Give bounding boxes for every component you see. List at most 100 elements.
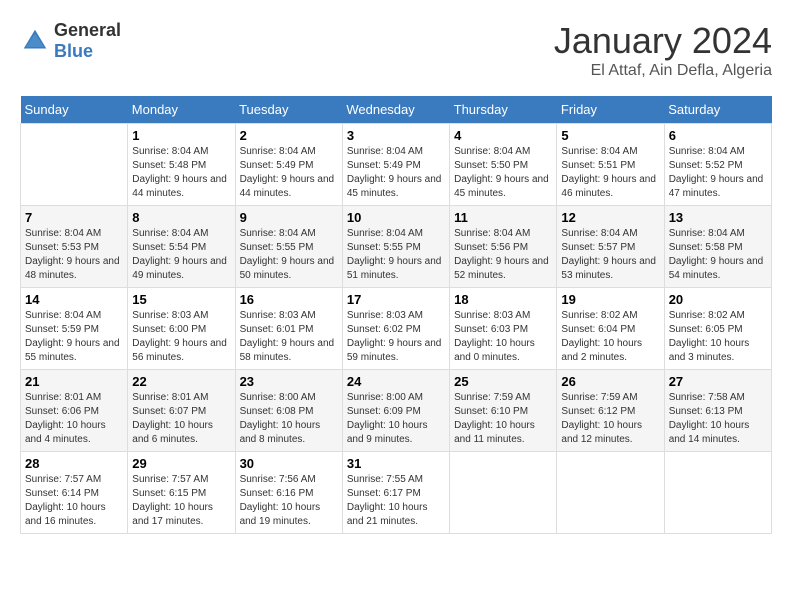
weekday-header-wednesday: Wednesday [342, 96, 449, 124]
day-number: 19 [561, 292, 659, 307]
weekday-header-tuesday: Tuesday [235, 96, 342, 124]
calendar-cell: 2 Sunrise: 8:04 AM Sunset: 5:49 PM Daylig… [235, 124, 342, 206]
weekday-header-saturday: Saturday [664, 96, 771, 124]
day-detail: Sunrise: 8:04 AM Sunset: 5:53 PM Dayligh… [25, 227, 123, 283]
calendar-cell: 18Sunrise: 8:03 AM Sunset: 6:03 PM Dayli… [450, 288, 557, 370]
logo-general: General [54, 20, 121, 40]
main-title: January 2024 [554, 20, 772, 62]
day-detail: Sunrise: 8:01 AM Sunset: 6:06 PM Dayligh… [25, 391, 123, 447]
day-detail: Sunrise: 8:01 AM Sunset: 6:07 PM Dayligh… [132, 391, 230, 447]
day-number: 31 [347, 456, 445, 471]
subtitle: El Attaf, Ain Defla, Algeria [554, 62, 772, 80]
day-detail: Sunrise: 8:04 AM Sunset: 5:54 PM Dayligh… [132, 227, 230, 283]
day-number: 24 [347, 374, 445, 389]
calendar-cell: 14Sunrise: 8:04 AM Sunset: 5:59 PM Dayli… [21, 288, 128, 370]
day-number: 12 [561, 210, 659, 225]
day-detail: Sunrise: 8:02 AM Sunset: 6:05 PM Dayligh… [669, 309, 767, 365]
calendar-cell: 30 Sunrise: 7:56 AM Sunset: 6:16 PM Dayli… [235, 452, 342, 534]
day-number: 26 [561, 374, 659, 389]
day-number: 4 [454, 128, 552, 143]
calendar-cell: 8 Sunrise: 8:04 AM Sunset: 5:54 PM Daylig… [128, 206, 235, 288]
calendar-table: SundayMondayTuesdayWednesdayThursdayFrid… [20, 96, 772, 534]
day-number: 27 [669, 374, 767, 389]
calendar-cell: 4 Sunrise: 8:04 AM Sunset: 5:50 PM Daylig… [450, 124, 557, 206]
day-detail: Sunrise: 8:04 AM Sunset: 5:55 PM Dayligh… [240, 227, 338, 283]
weekday-header-sunday: Sunday [21, 96, 128, 124]
day-detail: Sunrise: 7:57 AM Sunset: 6:15 PM Dayligh… [132, 473, 230, 529]
calendar-cell: 19 Sunrise: 8:02 AM Sunset: 6:04 PM Dayli… [557, 288, 664, 370]
day-number: 22 [132, 374, 230, 389]
day-detail: Sunrise: 8:00 AM Sunset: 6:09 PM Dayligh… [347, 391, 445, 447]
calendar-cell: 9 Sunrise: 8:04 AM Sunset: 5:55 PM Daylig… [235, 206, 342, 288]
day-detail: Sunrise: 7:56 AM Sunset: 6:16 PM Dayligh… [240, 473, 338, 529]
day-detail: Sunrise: 8:04 AM Sunset: 5:49 PM Dayligh… [240, 145, 338, 201]
day-detail: Sunrise: 8:04 AM Sunset: 5:56 PM Dayligh… [454, 227, 552, 283]
calendar-cell: 3Sunrise: 8:04 AM Sunset: 5:49 PM Daylig… [342, 124, 449, 206]
day-detail: Sunrise: 8:03 AM Sunset: 6:00 PM Dayligh… [132, 309, 230, 365]
page-header: General Blue January 2024 El Attaf, Ain … [20, 20, 772, 80]
calendar-cell: 22 Sunrise: 8:01 AM Sunset: 6:07 PM Dayli… [128, 370, 235, 452]
weekday-header-monday: Monday [128, 96, 235, 124]
day-number: 13 [669, 210, 767, 225]
calendar-cell: 29 Sunrise: 7:57 AM Sunset: 6:15 PM Dayli… [128, 452, 235, 534]
day-number: 8 [132, 210, 230, 225]
day-detail: Sunrise: 8:04 AM Sunset: 5:57 PM Dayligh… [561, 227, 659, 283]
day-detail: Sunrise: 8:02 AM Sunset: 6:04 PM Dayligh… [561, 309, 659, 365]
calendar-cell: 7 Sunrise: 8:04 AM Sunset: 5:53 PM Daylig… [21, 206, 128, 288]
calendar-cell [450, 452, 557, 534]
day-number: 30 [240, 456, 338, 471]
day-number: 5 [561, 128, 659, 143]
calendar-cell: 17Sunrise: 8:03 AM Sunset: 6:02 PM Dayli… [342, 288, 449, 370]
calendar-cell: 1 Sunrise: 8:04 AM Sunset: 5:48 PM Daylig… [128, 124, 235, 206]
calendar-cell [557, 452, 664, 534]
day-number: 16 [240, 292, 338, 307]
calendar-cell: 16 Sunrise: 8:03 AM Sunset: 6:01 PM Dayli… [235, 288, 342, 370]
calendar-cell: 27Sunrise: 7:58 AM Sunset: 6:13 PM Dayli… [664, 370, 771, 452]
day-number: 25 [454, 374, 552, 389]
weekday-header-friday: Friday [557, 96, 664, 124]
day-detail: Sunrise: 8:04 AM Sunset: 5:52 PM Dayligh… [669, 145, 767, 201]
day-detail: Sunrise: 7:59 AM Sunset: 6:12 PM Dayligh… [561, 391, 659, 447]
day-detail: Sunrise: 8:04 AM Sunset: 5:55 PM Dayligh… [347, 227, 445, 283]
day-number: 15 [132, 292, 230, 307]
logo-icon [20, 26, 50, 56]
logo-blue: Blue [54, 41, 93, 61]
day-number: 9 [240, 210, 338, 225]
calendar-cell: 15 Sunrise: 8:03 AM Sunset: 6:00 PM Dayli… [128, 288, 235, 370]
day-number: 29 [132, 456, 230, 471]
day-number: 2 [240, 128, 338, 143]
calendar-cell: 25Sunrise: 7:59 AM Sunset: 6:10 PM Dayli… [450, 370, 557, 452]
day-detail: Sunrise: 8:04 AM Sunset: 5:59 PM Dayligh… [25, 309, 123, 365]
calendar-cell: 23 Sunrise: 8:00 AM Sunset: 6:08 PM Dayli… [235, 370, 342, 452]
calendar-cell [664, 452, 771, 534]
day-number: 6 [669, 128, 767, 143]
calendar-cell [21, 124, 128, 206]
day-number: 7 [25, 210, 123, 225]
day-detail: Sunrise: 8:03 AM Sunset: 6:01 PM Dayligh… [240, 309, 338, 365]
day-detail: Sunrise: 8:04 AM Sunset: 5:48 PM Dayligh… [132, 145, 230, 201]
calendar-cell: 10 Sunrise: 8:04 AM Sunset: 5:55 PM Dayli… [342, 206, 449, 288]
calendar-cell: 26 Sunrise: 7:59 AM Sunset: 6:12 PM Dayli… [557, 370, 664, 452]
day-detail: Sunrise: 8:00 AM Sunset: 6:08 PM Dayligh… [240, 391, 338, 447]
day-number: 10 [347, 210, 445, 225]
calendar-cell: 11Sunrise: 8:04 AM Sunset: 5:56 PM Dayli… [450, 206, 557, 288]
day-number: 23 [240, 374, 338, 389]
calendar-cell: 28 Sunrise: 7:57 AM Sunset: 6:14 PM Dayli… [21, 452, 128, 534]
day-number: 1 [132, 128, 230, 143]
calendar-cell: 5 Sunrise: 8:04 AM Sunset: 5:51 PM Daylig… [557, 124, 664, 206]
weekday-header-thursday: Thursday [450, 96, 557, 124]
calendar-cell: 20Sunrise: 8:02 AM Sunset: 6:05 PM Dayli… [664, 288, 771, 370]
calendar-cell: 12 Sunrise: 8:04 AM Sunset: 5:57 PM Dayli… [557, 206, 664, 288]
day-detail: Sunrise: 7:57 AM Sunset: 6:14 PM Dayligh… [25, 473, 123, 529]
day-detail: Sunrise: 8:04 AM Sunset: 5:51 PM Dayligh… [561, 145, 659, 201]
calendar-cell: 13Sunrise: 8:04 AM Sunset: 5:58 PM Dayli… [664, 206, 771, 288]
calendar-cell: 21 Sunrise: 8:01 AM Sunset: 6:06 PM Dayli… [21, 370, 128, 452]
logo: General Blue [20, 20, 121, 62]
day-number: 21 [25, 374, 123, 389]
day-detail: Sunrise: 7:55 AM Sunset: 6:17 PM Dayligh… [347, 473, 445, 529]
calendar-cell: 24 Sunrise: 8:00 AM Sunset: 6:09 PM Dayli… [342, 370, 449, 452]
day-number: 18 [454, 292, 552, 307]
day-number: 28 [25, 456, 123, 471]
day-detail: Sunrise: 8:04 AM Sunset: 5:50 PM Dayligh… [454, 145, 552, 201]
day-detail: Sunrise: 8:03 AM Sunset: 6:02 PM Dayligh… [347, 309, 445, 365]
